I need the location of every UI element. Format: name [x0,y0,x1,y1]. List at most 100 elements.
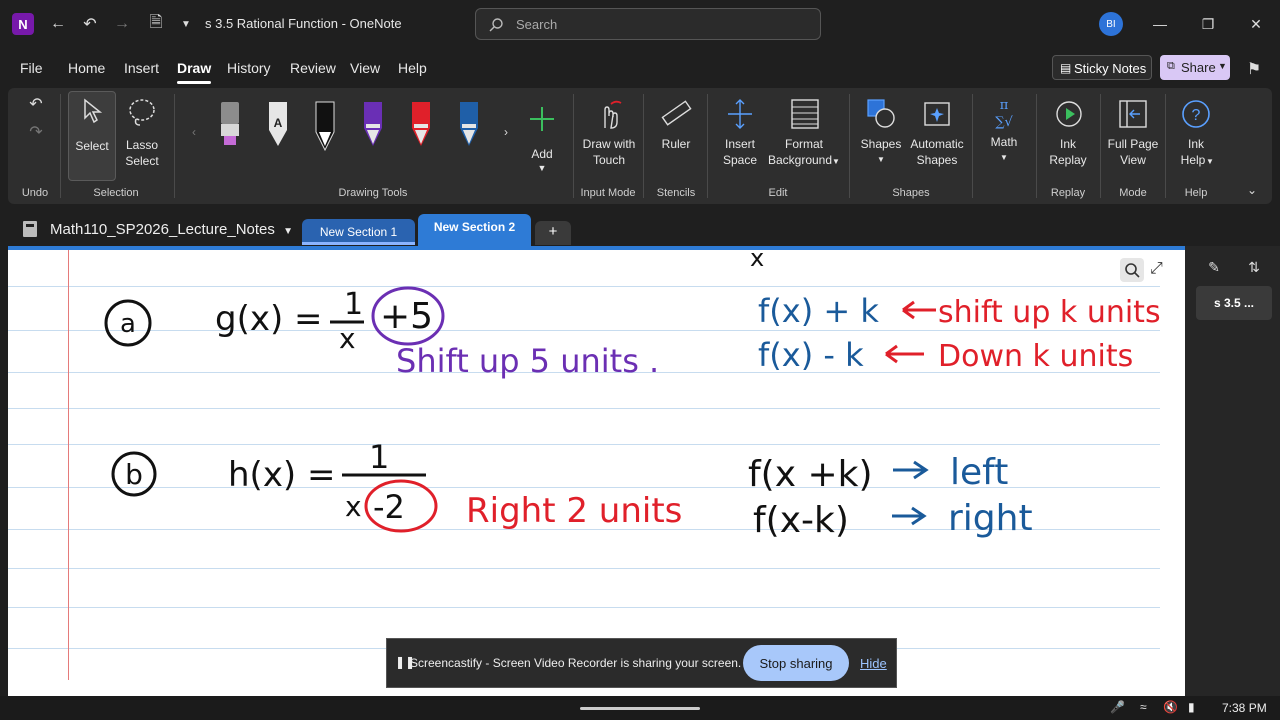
add-section-button[interactable]: + [535,221,571,245]
purple-pen-icon[interactable] [361,100,385,150]
ink-h-denominator-x: x [345,490,362,523]
black-pen-icon[interactable] [313,100,337,158]
math-label: Math [990,135,1018,149]
ink-replay-button[interactable]: Ink Replay [1042,94,1094,174]
ribbon-separator [1036,94,1037,198]
volume-muted-icon[interactable]: 🔇 [1163,700,1178,714]
collapse-ribbon-icon[interactable]: ⌄ [1240,178,1264,202]
forward-icon[interactable]: → [110,12,134,36]
notebook-name-label: Math110_SP2026_Lecture_Notes [50,221,275,238]
maximize-icon[interactable]: ❐ [1198,14,1218,34]
ink-replay-icon [1056,101,1082,127]
automatic-shapes-button[interactable]: Automatic Shapes [906,94,968,174]
insert-space-button[interactable]: Insert Space [714,94,766,174]
shapes-button[interactable]: Shapes ▼ [856,94,906,174]
select-button[interactable]: Select [68,91,116,181]
note-page[interactable]: x a g(x) = 1 x +5 Shift up 5 units . b h… [8,246,1185,696]
ink-replay-label-1: Ink [1059,137,1076,151]
tab-new-section-2[interactable]: New Section 2 [418,214,531,246]
pens-scroll-left-icon[interactable]: ‹ [182,120,206,144]
sticky-notes-button[interactable]: ▤ Sticky Notes [1052,55,1152,80]
undo-ribbon-icon[interactable]: ↶ [24,92,48,116]
page-icon[interactable]: 🗎 [144,12,168,36]
pens-scroll-right-icon[interactable]: › [494,120,518,144]
ink-g-note: Shift up 5 units . [396,342,659,380]
page-list-item-current[interactable]: s 3.5 ... [1196,286,1272,320]
minimize-icon[interactable]: — [1150,14,1170,34]
search-input[interactable]: Search [475,8,821,40]
notebook-selector[interactable]: Math110_SP2026_Lecture_Notes ▼ [50,221,293,238]
close-icon[interactable]: ✕ [1246,14,1266,34]
insert-space-label-1: Insert [724,137,755,151]
add-page-icon[interactable]: ✎ [1202,255,1226,279]
format-bg-chevron-icon: ▼ [832,157,840,166]
tab-new-section-1[interactable]: New Section 1 [302,219,415,245]
help-icon: ? [1182,100,1210,128]
red-pen-icon[interactable] [409,100,433,150]
group-selection-label: Selection [93,187,139,199]
stop-sharing-button[interactable]: Stop sharing [743,645,849,681]
ribbon-separator [972,94,973,198]
ribbon-separator [60,94,61,198]
ribbon-separator [707,94,708,198]
redo-ribbon-icon[interactable]: ↷ [24,120,48,144]
ink-label-a: a [120,309,136,339]
group-stencils-label: Stencils [656,187,696,199]
group-input-mode-label: Input Mode [580,187,636,199]
back-icon[interactable]: ← [46,12,70,36]
menu-help[interactable]: Help [398,60,427,76]
ink-rule1-rhs: shift up k units [938,295,1161,330]
search-icon [489,18,503,32]
feedback-icon[interactable]: ⚑ [1242,57,1266,81]
share-button[interactable]: ⧉ Share ▼ [1160,55,1230,80]
ribbon-separator [573,94,574,198]
quick-access-chevron-icon[interactable]: ▼ [174,12,198,36]
ink-stray-x: x [750,250,764,272]
menu-history[interactable]: History [227,60,271,76]
draw-with-touch-button[interactable]: Draw with Touch [578,94,640,174]
wifi-icon[interactable]: ≈ [1140,700,1147,714]
insert-space-icon [728,99,752,129]
lasso-label-1: Lasso [125,138,159,152]
ink-h-note: Right 2 units [466,491,682,531]
draw-touch-label-2: Touch [592,153,626,167]
menu-review[interactable]: Review [290,60,336,76]
ink-replay-label-2: Replay [1049,153,1087,167]
ink-layer: x a g(x) = 1 x +5 Shift up 5 units . b h… [104,250,1161,541]
format-background-button[interactable]: Format Background ▼ [766,94,842,174]
lasso-select-button[interactable]: Lasso Select [120,91,164,181]
screen-share-text: Screencastify - Screen Video Recorder is… [410,656,742,670]
blue-pen-icon[interactable] [457,100,481,150]
avatar[interactable]: BI [1099,12,1123,36]
home-handle[interactable] [580,707,700,710]
menu-view[interactable]: View [350,60,380,76]
menu-home[interactable]: Home [68,60,105,76]
white-pen-icon[interactable]: A [266,100,290,150]
ink-h-numerator: 1 [369,438,389,476]
hide-banner-link[interactable]: Hide [860,656,887,671]
highlighter-pen-icon[interactable] [218,100,242,150]
expand-icon[interactable]: ⤢ [1150,260,1163,278]
group-drawing-tools-label: Drawing Tools [338,187,408,199]
share-label: Share [1181,60,1216,75]
ribbon-separator [1100,94,1101,198]
battery-icon[interactable]: ▮ [1188,700,1195,714]
ruler-button[interactable]: Ruler [650,94,702,174]
svg-text:π: π [1000,98,1009,113]
add-chevron-icon: ▼ [537,163,547,173]
page-search-button[interactable] [1120,258,1144,282]
math-chevron-icon: ▼ [1000,153,1008,162]
ink-rule2-lhs: f(x) - k [758,336,864,374]
menu-insert[interactable]: Insert [124,60,159,76]
microphone-icon[interactable]: 🎤 [1110,700,1125,714]
ink-help-button[interactable]: ? Ink Help ▼ [1170,94,1222,174]
group-replay-label: Replay [1050,187,1086,199]
ink-rule3-lhs: f(x +k) [748,454,873,495]
menu-draw[interactable]: Draw [177,60,212,84]
menu-file[interactable]: File [20,60,43,76]
undo-icon[interactable]: ↶ [78,12,102,36]
math-button[interactable]: π ∑√ Math ▼ [980,94,1028,174]
sort-pages-icon[interactable]: ⇅ [1242,255,1266,279]
add-pen-button[interactable]: Add ▼ [522,100,562,180]
full-page-view-button[interactable]: Full Page View [1104,94,1162,174]
